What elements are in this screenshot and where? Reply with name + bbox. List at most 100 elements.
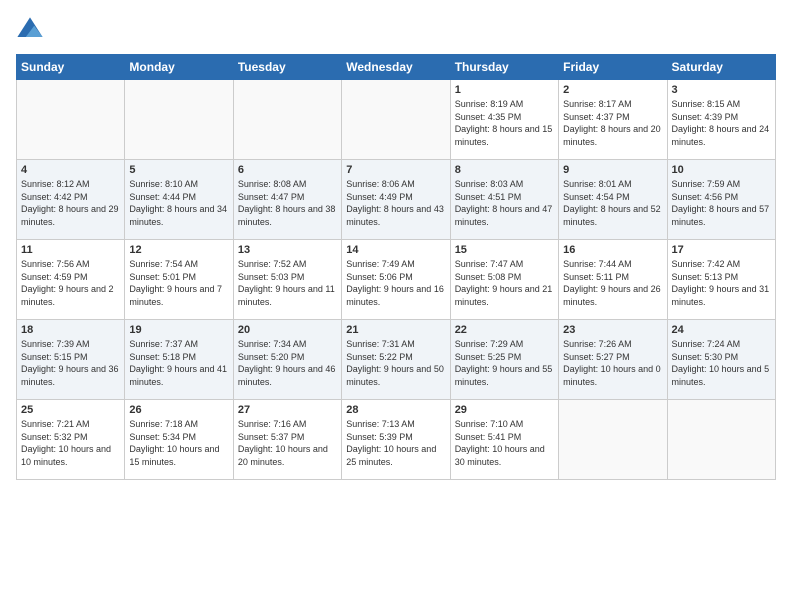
calendar-cell: 6Sunrise: 8:08 AMSunset: 4:47 PMDaylight… — [233, 160, 341, 240]
day-number: 24 — [672, 324, 771, 336]
day-info: Sunrise: 7:49 AMSunset: 5:06 PMDaylight:… — [346, 258, 445, 308]
day-number: 10 — [672, 164, 771, 176]
day-number: 16 — [563, 244, 662, 256]
calendar-cell: 8 Sunrise: 8:03 AMSunset: 4:51 PMDaylight… — [450, 160, 558, 240]
day-info: Sunrise: 7:42 AMSunset: 5:13 PMDaylight:… — [672, 258, 771, 308]
calendar-cell: 16 Sunrise: 7:44 AMSunset: 5:11 PMDayligh… — [559, 240, 667, 320]
calendar-cell: 23 Sunrise: 7:26 AMSunset: 5:27 PMDayligh… — [559, 320, 667, 400]
day-number: 28 — [346, 404, 445, 416]
day-info: Sunrise: 8:06 AMSunset: 4:49 PMDaylight:… — [346, 178, 445, 228]
day-info: Sunrise: 7:34 AMSunset: 5:20 PMDaylight:… — [238, 338, 337, 388]
day-number: 21 — [346, 324, 445, 336]
logo-icon — [16, 16, 44, 44]
calendar-cell: 13 Sunrise: 7:52 AMSunset: 5:03 PMDayligh… — [233, 240, 341, 320]
calendar-cell: 12 Sunrise: 7:54 AMSunset: 5:01 PMDayligh… — [125, 240, 233, 320]
calendar-cell: 19 Sunrise: 7:37 AMSunset: 5:18 PMDayligh… — [125, 320, 233, 400]
calendar-cell — [667, 400, 775, 480]
calendar-cell: 26 Sunrise: 7:18 AMSunset: 5:34 PMDayligh… — [125, 400, 233, 480]
calendar-table: SundayMondayTuesdayWednesdayThursdayFrid… — [16, 54, 776, 480]
day-number: 1 — [455, 84, 554, 96]
day-number: 7 — [346, 164, 445, 176]
calendar-cell — [17, 80, 125, 160]
day-number: 17 — [672, 244, 771, 256]
calendar-cell: 27Sunrise: 7:16 AMSunset: 5:37 PMDayligh… — [233, 400, 341, 480]
day-info: Sunrise: 8:17 AMSunset: 4:37 PMDaylight:… — [563, 98, 662, 148]
calendar-cell: 3 Sunrise: 8:15 AMSunset: 4:39 PMDaylight… — [667, 80, 775, 160]
calendar-cell: 29 Sunrise: 7:10 AMSunset: 5:41 PMDayligh… — [450, 400, 558, 480]
calendar-week-row: 4 Sunrise: 8:12 AMSunset: 4:42 PMDaylight… — [17, 160, 776, 240]
weekday-header: Saturday — [667, 55, 775, 80]
day-number: 9 — [563, 164, 662, 176]
calendar-cell: 18 Sunrise: 7:39 AMSunset: 5:15 PMDayligh… — [17, 320, 125, 400]
calendar-cell: 25Sunrise: 7:21 AMSunset: 5:32 PMDayligh… — [17, 400, 125, 480]
day-info: Sunrise: 8:10 AMSunset: 4:44 PMDaylight:… — [129, 178, 228, 228]
day-number: 26 — [129, 404, 228, 416]
calendar-header-row: SundayMondayTuesdayWednesdayThursdayFrid… — [17, 55, 776, 80]
day-info: Sunrise: 7:18 AMSunset: 5:34 PMDaylight:… — [129, 418, 228, 468]
calendar-cell: 22 Sunrise: 7:29 AMSunset: 5:25 PMDayligh… — [450, 320, 558, 400]
day-number: 29 — [455, 404, 554, 416]
calendar-cell: 28 Sunrise: 7:13 AMSunset: 5:39 PMDayligh… — [342, 400, 450, 480]
day-number: 12 — [129, 244, 228, 256]
day-info: Sunrise: 7:39 AMSunset: 5:15 PMDaylight:… — [21, 338, 120, 388]
calendar-cell: 2Sunrise: 8:17 AMSunset: 4:37 PMDaylight… — [559, 80, 667, 160]
day-number: 4 — [21, 164, 120, 176]
logo — [16, 16, 48, 44]
day-number: 3 — [672, 84, 771, 96]
day-info: Sunrise: 7:21 AMSunset: 5:32 PMDaylight:… — [21, 418, 120, 468]
day-info: Sunrise: 7:24 AMSunset: 5:30 PMDaylight:… — [672, 338, 771, 388]
day-info: Sunrise: 7:44 AMSunset: 5:11 PMDaylight:… — [563, 258, 662, 308]
calendar-cell: 5 Sunrise: 8:10 AMSunset: 4:44 PMDaylight… — [125, 160, 233, 240]
calendar-cell: 20 Sunrise: 7:34 AMSunset: 5:20 PMDayligh… — [233, 320, 341, 400]
calendar-cell — [559, 400, 667, 480]
weekday-header: Thursday — [450, 55, 558, 80]
day-number: 19 — [129, 324, 228, 336]
day-info: Sunrise: 7:54 AMSunset: 5:01 PMDaylight:… — [129, 258, 228, 308]
weekday-header: Wednesday — [342, 55, 450, 80]
calendar-cell — [233, 80, 341, 160]
day-info: Sunrise: 8:03 AMSunset: 4:51 PMDaylight:… — [455, 178, 554, 228]
calendar-cell: 21 Sunrise: 7:31 AMSunset: 5:22 PMDayligh… — [342, 320, 450, 400]
day-number: 23 — [563, 324, 662, 336]
calendar-cell: 17 Sunrise: 7:42 AMSunset: 5:13 PMDayligh… — [667, 240, 775, 320]
day-number: 22 — [455, 324, 554, 336]
calendar-cell: 1Sunrise: 8:19 AMSunset: 4:35 PMDaylight… — [450, 80, 558, 160]
calendar-week-row: 18 Sunrise: 7:39 AMSunset: 5:15 PMDayligh… — [17, 320, 776, 400]
calendar-cell — [342, 80, 450, 160]
day-number: 13 — [238, 244, 337, 256]
day-info: Sunrise: 8:15 AMSunset: 4:39 PMDaylight:… — [672, 98, 771, 148]
day-number: 20 — [238, 324, 337, 336]
calendar-cell: 11Sunrise: 7:56 AMSunset: 4:59 PMDayligh… — [17, 240, 125, 320]
day-info: Sunrise: 7:52 AMSunset: 5:03 PMDaylight:… — [238, 258, 337, 308]
day-number: 18 — [21, 324, 120, 336]
weekday-header: Tuesday — [233, 55, 341, 80]
day-info: Sunrise: 7:29 AMSunset: 5:25 PMDaylight:… — [455, 338, 554, 388]
calendar-cell: 4 Sunrise: 8:12 AMSunset: 4:42 PMDaylight… — [17, 160, 125, 240]
calendar-cell — [125, 80, 233, 160]
day-number: 14 — [346, 244, 445, 256]
day-info: Sunrise: 7:37 AMSunset: 5:18 PMDaylight:… — [129, 338, 228, 388]
day-number: 27 — [238, 404, 337, 416]
calendar-cell: 24 Sunrise: 7:24 AMSunset: 5:30 PMDayligh… — [667, 320, 775, 400]
day-number: 6 — [238, 164, 337, 176]
calendar-cell: 10Sunrise: 7:59 AMSunset: 4:56 PMDayligh… — [667, 160, 775, 240]
calendar-cell: 15 Sunrise: 7:47 AMSunset: 5:08 PMDayligh… — [450, 240, 558, 320]
calendar-week-row: 25Sunrise: 7:21 AMSunset: 5:32 PMDayligh… — [17, 400, 776, 480]
calendar-week-row: 11Sunrise: 7:56 AMSunset: 4:59 PMDayligh… — [17, 240, 776, 320]
day-number: 5 — [129, 164, 228, 176]
calendar-cell: 7 Sunrise: 8:06 AMSunset: 4:49 PMDaylight… — [342, 160, 450, 240]
calendar-cell: 9Sunrise: 8:01 AMSunset: 4:54 PMDaylight… — [559, 160, 667, 240]
day-info: Sunrise: 7:10 AMSunset: 5:41 PMDaylight:… — [455, 418, 554, 468]
calendar-cell: 14 Sunrise: 7:49 AMSunset: 5:06 PMDayligh… — [342, 240, 450, 320]
calendar-week-row: 1Sunrise: 8:19 AMSunset: 4:35 PMDaylight… — [17, 80, 776, 160]
day-info: Sunrise: 7:47 AMSunset: 5:08 PMDaylight:… — [455, 258, 554, 308]
weekday-header: Friday — [559, 55, 667, 80]
day-info: Sunrise: 7:13 AMSunset: 5:39 PMDaylight:… — [346, 418, 445, 468]
day-info: Sunrise: 7:31 AMSunset: 5:22 PMDaylight:… — [346, 338, 445, 388]
page-header — [16, 16, 776, 44]
weekday-header: Sunday — [17, 55, 125, 80]
day-number: 15 — [455, 244, 554, 256]
day-info: Sunrise: 8:12 AMSunset: 4:42 PMDaylight:… — [21, 178, 120, 228]
day-number: 8 — [455, 164, 554, 176]
day-info: Sunrise: 7:26 AMSunset: 5:27 PMDaylight:… — [563, 338, 662, 388]
